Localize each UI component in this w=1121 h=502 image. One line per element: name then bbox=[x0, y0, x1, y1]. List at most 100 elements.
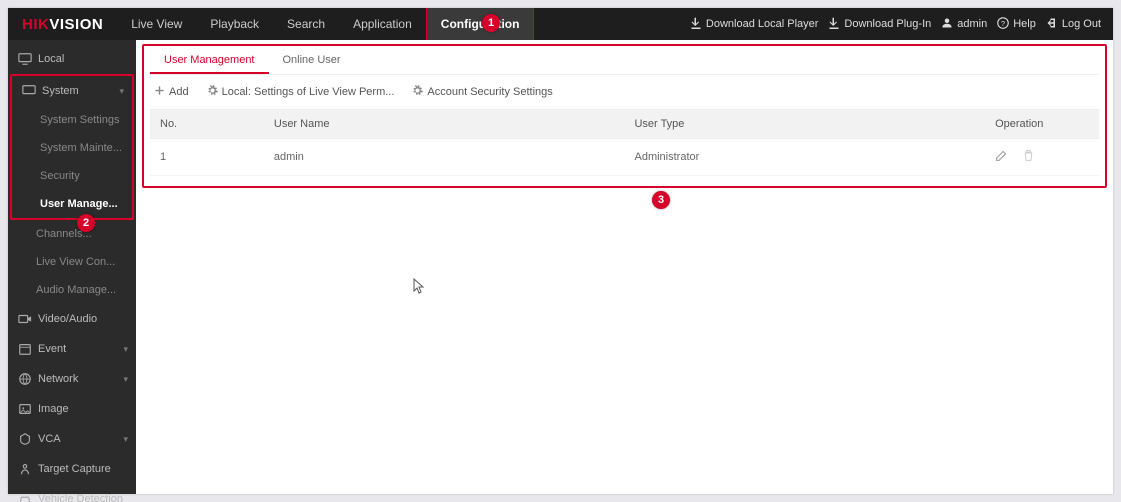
sidebar-item-label: Audio Manage... bbox=[36, 284, 116, 296]
nav-configuration[interactable]: Configuration bbox=[426, 8, 535, 40]
sidebar-item-label: Image bbox=[38, 403, 69, 415]
cell-op bbox=[985, 139, 1099, 176]
sidebar-item-label: Local bbox=[38, 53, 64, 65]
logout-link[interactable]: Log Out bbox=[1046, 17, 1101, 32]
mouse-cursor-icon bbox=[413, 278, 425, 294]
sidebar-item-system-settings[interactable]: System Settings bbox=[12, 106, 132, 134]
cell-type: Administrator bbox=[624, 139, 985, 176]
download-icon bbox=[690, 17, 702, 32]
chevron-down-icon: ▾ bbox=[123, 374, 128, 385]
table-row[interactable]: 1 admin Administrator bbox=[150, 139, 1099, 176]
subtabs: User Management Online User bbox=[150, 46, 1099, 75]
target-icon bbox=[18, 462, 32, 476]
sidebar: Local System ▾ System Settings System Ma… bbox=[8, 40, 136, 494]
sidebar-item-system-mainte[interactable]: System Mainte... bbox=[12, 134, 132, 162]
nav-application[interactable]: Application bbox=[339, 8, 426, 40]
sidebar-item-label: Security bbox=[40, 170, 80, 182]
col-header-op: Operation bbox=[985, 110, 1099, 139]
sidebar-item-label: System Settings bbox=[40, 114, 119, 126]
sidebar-item-label: Target Capture bbox=[38, 463, 111, 475]
cell-no: 1 bbox=[150, 139, 264, 176]
add-button[interactable]: Add bbox=[154, 85, 189, 99]
sidebar-item-security[interactable]: Security bbox=[12, 162, 132, 190]
sidebar-system-group-highlight: System ▾ System Settings System Mainte..… bbox=[10, 74, 134, 220]
sidebar-item-label: VCA bbox=[38, 433, 61, 445]
sidebar-item-image[interactable]: Image bbox=[8, 394, 136, 424]
sidebar-item-network[interactable]: Network ▾ bbox=[8, 364, 136, 394]
gear-icon bbox=[412, 85, 423, 99]
topbar: HIKVISION Live View Playback Search Appl… bbox=[8, 8, 1113, 40]
event-icon bbox=[18, 342, 32, 356]
system-icon bbox=[22, 84, 36, 98]
sidebar-item-label: System bbox=[42, 85, 79, 97]
user-icon bbox=[941, 17, 953, 32]
user-admin-label: admin bbox=[957, 18, 987, 30]
sidebar-item-target-capture[interactable]: Target Capture bbox=[8, 454, 136, 484]
vca-icon bbox=[18, 432, 32, 446]
user-table: No. User Name User Type Operation 1 admi… bbox=[150, 109, 1099, 176]
sidebar-item-label: Video/Audio bbox=[38, 313, 97, 325]
chevron-down-icon: ▾ bbox=[123, 434, 128, 445]
annotation-badge-2: 2 bbox=[77, 214, 95, 232]
download-local-player-link[interactable]: Download Local Player bbox=[690, 17, 819, 32]
sidebar-item-label: System Mainte... bbox=[40, 142, 122, 154]
sidebar-item-label: Event bbox=[38, 343, 66, 355]
sidebar-item-label: Vehicle Detection bbox=[38, 493, 123, 502]
subtab-user-management[interactable]: User Management bbox=[150, 46, 269, 74]
chevron-down-icon: ▾ bbox=[123, 344, 128, 355]
plus-icon bbox=[154, 85, 165, 99]
download-icon bbox=[828, 17, 840, 32]
user-management-panel-highlight: User Management Online User Add Local: S… bbox=[142, 44, 1107, 188]
monitor-icon bbox=[18, 52, 32, 66]
add-label: Add bbox=[169, 86, 189, 98]
annotation-badge-1: 1 bbox=[482, 14, 500, 32]
svg-text:?: ? bbox=[1001, 19, 1005, 28]
sidebar-item-label: User Manage... bbox=[40, 198, 118, 210]
help-icon: ? bbox=[997, 17, 1009, 32]
help-label: Help bbox=[1013, 18, 1036, 30]
sidebar-item-vca[interactable]: VCA ▾ bbox=[8, 424, 136, 454]
col-header-type: User Type bbox=[624, 110, 985, 139]
liveview-permission-button[interactable]: Local: Settings of Live View Perm... bbox=[207, 85, 395, 99]
nav-live-view[interactable]: Live View bbox=[117, 8, 196, 40]
delete-icon[interactable] bbox=[1022, 149, 1035, 165]
sidebar-item-vehicle-detection[interactable]: Vehicle Detection bbox=[8, 484, 136, 502]
liveview-perm-label: Local: Settings of Live View Perm... bbox=[222, 86, 395, 98]
sidebar-item-label: Network bbox=[38, 373, 78, 385]
logout-label: Log Out bbox=[1062, 18, 1101, 30]
sidebar-item-label: Live View Con... bbox=[36, 256, 115, 268]
sidebar-item-audio-manage[interactable]: Audio Manage... bbox=[8, 276, 136, 304]
video-icon bbox=[18, 312, 32, 326]
sidebar-item-video-audio[interactable]: Video/Audio bbox=[8, 304, 136, 334]
account-sec-label: Account Security Settings bbox=[427, 86, 552, 98]
sidebar-item-user-manage[interactable]: User Manage... bbox=[12, 190, 132, 218]
toolbar: Add Local: Settings of Live View Perm...… bbox=[150, 75, 1099, 109]
nav-search[interactable]: Search bbox=[273, 8, 339, 40]
help-link[interactable]: ? Help bbox=[997, 17, 1036, 32]
nav-playback[interactable]: Playback bbox=[196, 8, 273, 40]
sidebar-item-event[interactable]: Event ▾ bbox=[8, 334, 136, 364]
user-admin-link[interactable]: admin bbox=[941, 17, 987, 32]
download-plugin-link[interactable]: Download Plug-In bbox=[828, 17, 931, 32]
chevron-down-icon: ▾ bbox=[119, 86, 124, 97]
logout-icon bbox=[1046, 17, 1058, 32]
annotation-badge-3: 3 bbox=[652, 191, 670, 209]
sidebar-item-system[interactable]: System ▾ bbox=[12, 76, 132, 106]
sidebar-item-live-view-con[interactable]: Live View Con... bbox=[8, 248, 136, 276]
download-plugin-label: Download Plug-In bbox=[844, 18, 931, 30]
subtab-online-user[interactable]: Online User bbox=[269, 46, 355, 74]
brand-part1: HIK bbox=[22, 16, 49, 33]
sidebar-item-channels[interactable]: Channels... bbox=[8, 220, 136, 248]
edit-icon[interactable] bbox=[995, 149, 1008, 165]
main-panel: User Management Online User Add Local: S… bbox=[136, 40, 1113, 494]
col-header-no: No. bbox=[150, 110, 264, 139]
gear-icon bbox=[207, 85, 218, 99]
download-local-player-label: Download Local Player bbox=[706, 18, 819, 30]
top-right: Download Local Player Download Plug-In a… bbox=[690, 8, 1113, 40]
network-icon bbox=[18, 372, 32, 386]
image-icon bbox=[18, 402, 32, 416]
sidebar-item-local[interactable]: Local bbox=[8, 44, 136, 74]
account-security-button[interactable]: Account Security Settings bbox=[412, 85, 552, 99]
vehicle-icon bbox=[18, 492, 32, 502]
top-nav: Live View Playback Search Application Co… bbox=[117, 8, 534, 40]
